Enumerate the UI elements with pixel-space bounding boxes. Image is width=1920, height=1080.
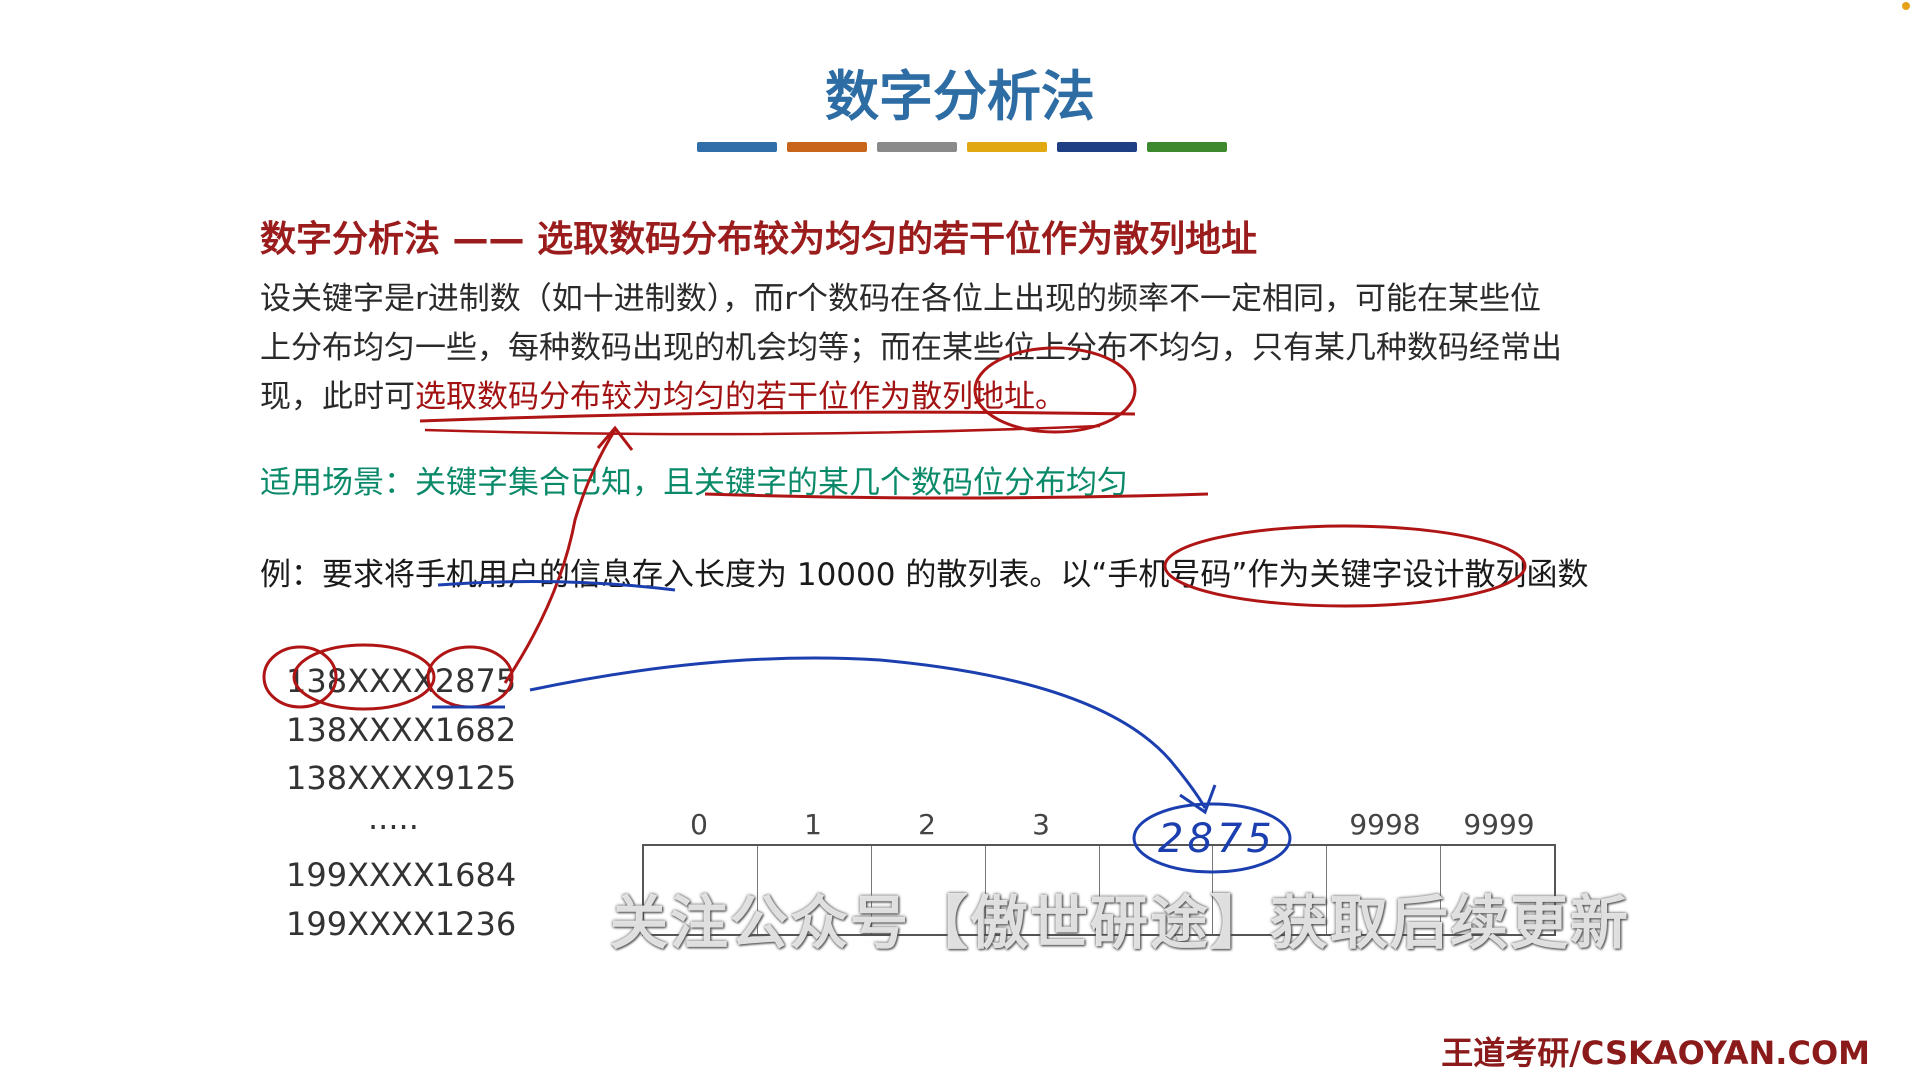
red-circle	[973, 346, 1137, 434]
green-underline	[704, 492, 1209, 500]
subtitle-watermark: 关注公众号【傲世研途】获取后续更新	[610, 889, 1631, 957]
red-circle	[1163, 524, 1527, 608]
red-underline	[419, 410, 1136, 423]
red-underline	[424, 424, 1101, 436]
red-circle	[292, 643, 436, 711]
handwritten-2875: 2875	[1158, 816, 1276, 862]
blue-arrow	[529, 656, 1207, 809]
red-circle	[262, 645, 338, 709]
red-circle	[426, 645, 514, 709]
red-arrow	[503, 429, 617, 684]
brand-footer: 王道考研/CSKAOYAN.COM	[1441, 1034, 1870, 1072]
